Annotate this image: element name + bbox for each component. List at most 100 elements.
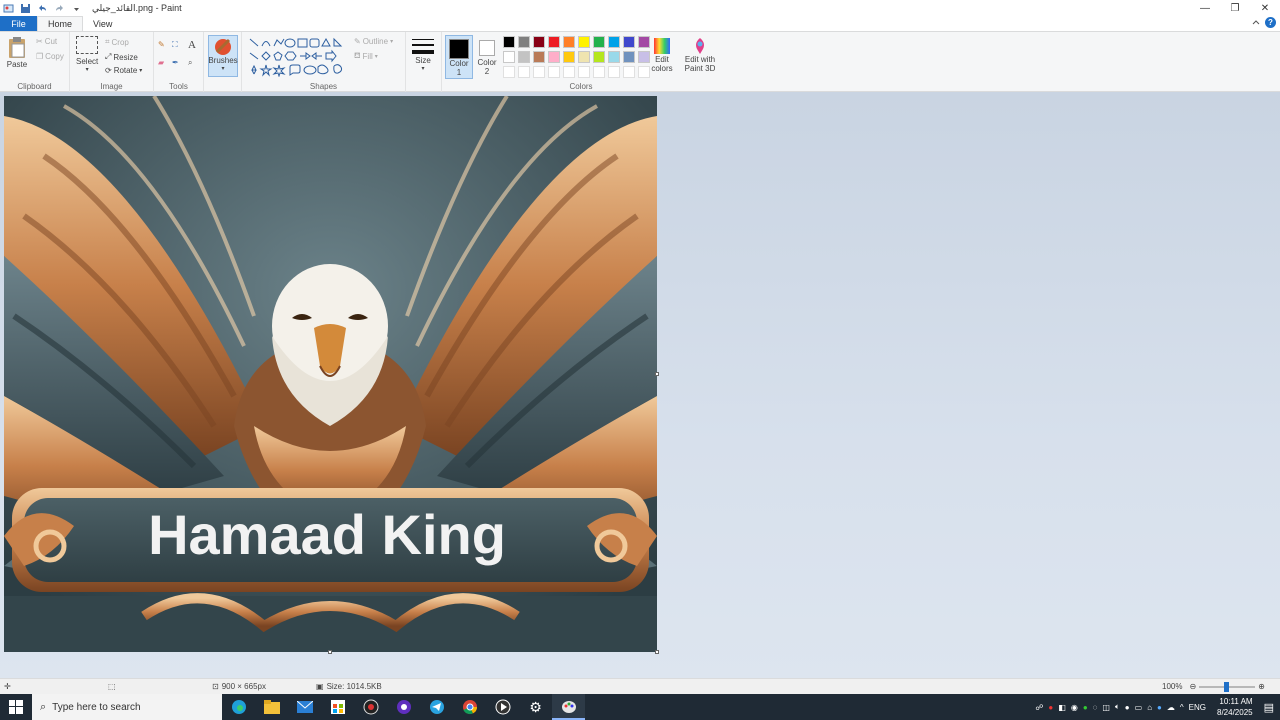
tab-file[interactable]: File: [0, 16, 37, 31]
zoom-slider[interactable]: [1199, 681, 1256, 692]
customize-toolbar-icon[interactable]: [71, 3, 82, 14]
tray-app-icon[interactable]: ◧: [1058, 703, 1066, 712]
tray-app-icon-5[interactable]: ●: [1157, 703, 1162, 712]
paste-icon: [9, 37, 25, 58]
palette-swatch[interactable]: [608, 51, 620, 63]
people-icon[interactable]: ☍: [1035, 703, 1043, 712]
palette-swatch[interactable]: [623, 36, 635, 48]
magnifier-icon[interactable]: ⌕: [188, 58, 192, 68]
palette-swatch[interactable]: [623, 51, 635, 63]
palette-swatch[interactable]: [503, 66, 515, 78]
start-button[interactable]: [0, 694, 32, 720]
palette-swatch[interactable]: [623, 66, 635, 78]
text-tool-icon[interactable]: A: [188, 39, 196, 51]
tab-view[interactable]: View: [83, 16, 122, 31]
onedrive-icon[interactable]: ☁: [1167, 703, 1175, 712]
microphone-icon[interactable]: ●: [1125, 703, 1130, 712]
paint-taskbar-icon[interactable]: [552, 694, 585, 720]
fill-button[interactable]: ⛾ Fill ▾: [354, 51, 378, 61]
crop-button[interactable]: ⌗ Crop: [105, 37, 129, 47]
palette-swatch[interactable]: [548, 36, 560, 48]
resize-handle-corner[interactable]: [655, 650, 659, 654]
rotate-button[interactable]: ⟳ Rotate ▾: [105, 66, 142, 75]
rotate-icon: ⟳: [105, 66, 112, 75]
zoom-out-icon[interactable]: ⊖: [1189, 682, 1196, 691]
palette-swatch[interactable]: [548, 51, 560, 63]
resize-handle-bottom[interactable]: [328, 650, 332, 654]
palette-swatch[interactable]: [503, 36, 515, 48]
brushes-button[interactable]: Brushes ▾: [208, 35, 238, 77]
palette-swatch[interactable]: [518, 51, 530, 63]
palette-swatch[interactable]: [533, 66, 545, 78]
palette-swatch[interactable]: [518, 36, 530, 48]
app-icon-2[interactable]: [387, 694, 420, 720]
palette-swatch[interactable]: [503, 51, 515, 63]
help-icon[interactable]: ?: [1265, 17, 1276, 28]
media-player-icon[interactable]: [486, 694, 519, 720]
telegram-icon[interactable]: [420, 694, 453, 720]
notifications-icon[interactable]: ▤: [1264, 701, 1274, 714]
file-explorer-icon[interactable]: [255, 694, 288, 720]
settings-icon[interactable]: ⚙: [519, 694, 552, 720]
tray-app-red-icon[interactable]: ●: [1048, 703, 1053, 712]
copy-button[interactable]: ❐ Copy: [36, 52, 64, 61]
network-icon[interactable]: ⌂: [1147, 703, 1152, 712]
save-icon[interactable]: [20, 3, 31, 14]
cut-button[interactable]: ✂ Cut: [36, 37, 57, 46]
edge-icon[interactable]: [222, 694, 255, 720]
maximize-button[interactable]: ❐: [1220, 0, 1250, 16]
palette-swatch[interactable]: [518, 66, 530, 78]
undo-icon[interactable]: [37, 3, 48, 14]
edit-with-paint3d-button[interactable]: Edit with Paint 3D: [682, 37, 718, 73]
color-picker-icon[interactable]: ✒: [172, 58, 179, 67]
pencil-icon[interactable]: ✎: [158, 40, 165, 49]
edit-colors-button[interactable]: Edit colors: [648, 37, 676, 73]
language-indicator[interactable]: ENG: [1189, 703, 1206, 712]
volume-icon[interactable]: 🔈︎: [1115, 702, 1120, 712]
palette-swatch[interactable]: [608, 36, 620, 48]
tray-shield-icon[interactable]: ●: [1083, 703, 1088, 712]
shapes-gallery-icon[interactable]: [248, 37, 344, 77]
paste-button[interactable]: Paste: [6, 36, 28, 69]
zoom-slider-thumb[interactable]: [1224, 681, 1230, 692]
select-button[interactable]: Select ▾: [76, 36, 98, 73]
resize-handle-right[interactable]: [655, 372, 659, 376]
minimize-button[interactable]: —: [1190, 0, 1220, 16]
palette-swatch[interactable]: [578, 51, 590, 63]
palette-swatch[interactable]: [533, 51, 545, 63]
clock[interactable]: 10:11 AM 8/24/2025: [1217, 696, 1253, 718]
battery-icon[interactable]: ▭: [1135, 703, 1143, 712]
dimensions-text: 900 × 665px: [221, 682, 266, 691]
palette-swatch[interactable]: [563, 66, 575, 78]
drawing-canvas[interactable]: Hamaad King: [4, 96, 657, 652]
redo-icon[interactable]: [54, 3, 65, 14]
tray-app-icon-2[interactable]: ◉: [1071, 703, 1078, 712]
palette-swatch[interactable]: [563, 51, 575, 63]
mail-icon[interactable]: [288, 694, 321, 720]
size-button[interactable]: Size ▾: [412, 38, 434, 72]
palette-swatch[interactable]: [548, 66, 560, 78]
taskbar-search[interactable]: ⌕ Type here to search: [32, 694, 222, 720]
palette-swatch[interactable]: [608, 66, 620, 78]
app-icon-1[interactable]: [354, 694, 387, 720]
palette-swatch[interactable]: [563, 36, 575, 48]
tab-home[interactable]: Home: [37, 16, 84, 31]
palette-swatch[interactable]: [578, 66, 590, 78]
collapse-ribbon-icon[interactable]: [1251, 18, 1261, 28]
resize-button[interactable]: ⤢ Resize: [105, 52, 138, 62]
chrome-icon[interactable]: [453, 694, 486, 720]
zoom-in-icon[interactable]: ⊕: [1258, 682, 1265, 691]
show-hidden-icons-icon[interactable]: ^: [1180, 703, 1184, 712]
palette-swatch[interactable]: [578, 36, 590, 48]
eraser-icon[interactable]: ▰: [158, 58, 164, 67]
outline-button[interactable]: ✎ Outline ▾: [354, 37, 393, 46]
palette-swatch[interactable]: [533, 36, 545, 48]
palette-swatch[interactable]: [593, 66, 605, 78]
tray-app-icon-4[interactable]: ◫: [1102, 703, 1110, 712]
palette-swatch[interactable]: [593, 36, 605, 48]
tray-app-icon-3[interactable]: ◌: [1093, 703, 1098, 712]
store-icon[interactable]: [321, 694, 354, 720]
palette-swatch[interactable]: [593, 51, 605, 63]
fill-bucket-icon[interactable]: ⛶: [172, 40, 178, 50]
close-button[interactable]: ✕: [1250, 0, 1280, 16]
